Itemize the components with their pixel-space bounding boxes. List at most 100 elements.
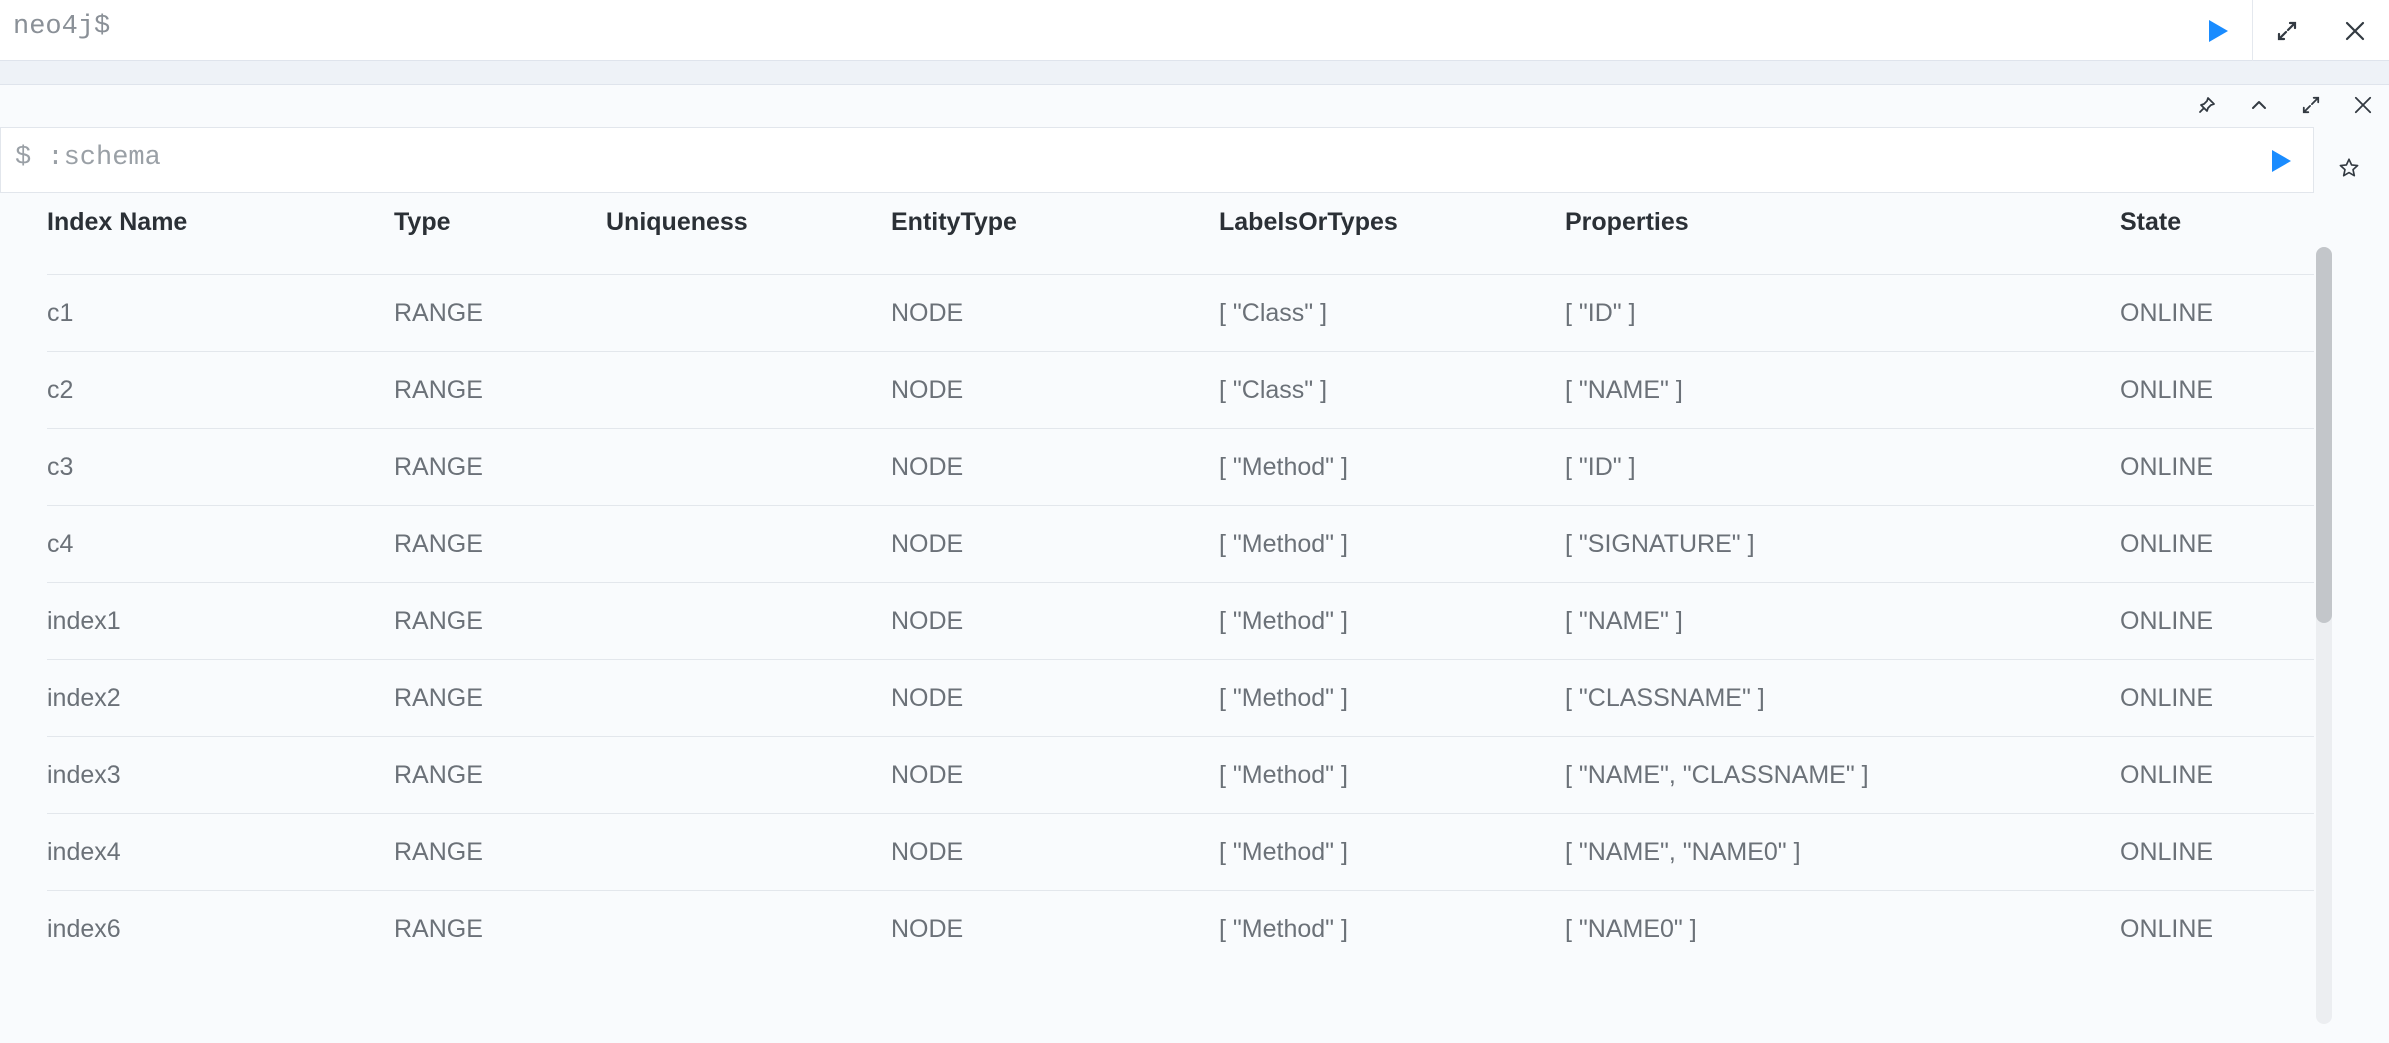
expand-icon (2277, 21, 2297, 40)
play-icon (2209, 19, 2228, 42)
table-cell: RANGE (394, 813, 606, 891)
table-cell: [ "Method" ] (1219, 890, 1565, 959)
pin-button[interactable] (2181, 85, 2233, 125)
table-cell: [ "CLASSNAME" ] (1565, 659, 2120, 737)
table-cell: c3 (47, 428, 394, 506)
table-cell: [ "ID" ] (1565, 428, 2120, 506)
table-cell: NODE (891, 351, 1219, 429)
close-icon (2345, 21, 2365, 40)
table-cell (606, 813, 891, 891)
table-cell: ONLINE (2120, 428, 2314, 506)
table-cell: [ "SIGNATURE" ] (1565, 505, 2120, 583)
table-cell: index2 (47, 659, 394, 737)
table-cell: [ "NAME" ] (1565, 351, 2120, 429)
frame-controls (2181, 85, 2389, 125)
table-cell: RANGE (394, 582, 606, 660)
collapse-button[interactable] (2233, 85, 2285, 125)
schema-table: Index Name Type Uniqueness EntityType Labels… (47, 170, 2314, 959)
results-scrollbar[interactable] (2316, 247, 2332, 1024)
table-row: index1 RANGE NODE[ "Method" ][ "NAME" ] ONL… (47, 582, 2314, 660)
column-header: Properties (1565, 170, 2120, 275)
command-bar-actions (2184, 0, 2389, 61)
table-row: index3 RANGE NODE[ "Method" ][ "NAME", "CL… (47, 736, 2314, 814)
scrollbar-thumb[interactable] (2316, 247, 2332, 623)
table-row: c4 RANGE NODE[ "Method" ][ "SIGNATURE" ] ON… (47, 505, 2314, 583)
column-header: Uniqueness (606, 170, 891, 275)
chevron-up-icon (2252, 101, 2266, 109)
command-input[interactable]: neo4j$ (13, 12, 110, 42)
frame-query[interactable]: $ :schema (15, 143, 161, 173)
table-cell: [ "Class" ] (1219, 274, 1565, 352)
table-cell: [ "Method" ] (1219, 582, 1565, 660)
close-editor-button[interactable] (2321, 0, 2389, 61)
table-cell: index3 (47, 736, 394, 814)
table-body: c1 RANGE NODE[ "Class" ][ "ID" ] ONLINE c2 RA… (47, 274, 2314, 959)
fullscreen-button[interactable] (2252, 0, 2321, 61)
table-cell: [ "Method" ] (1219, 813, 1565, 891)
column-header: EntityType (891, 170, 1219, 275)
table-row: index2 RANGE NODE[ "Method" ][ "CLASSNAME"… (47, 659, 2314, 737)
table-cell: c1 (47, 274, 394, 352)
column-header: State (2120, 170, 2314, 275)
query-prefix: $ (15, 143, 32, 173)
table-cell: c2 (47, 351, 394, 429)
table-cell: [ "NAME", "NAME0" ] (1565, 813, 2120, 891)
table-cell: NODE (891, 659, 1219, 737)
table-cell: ONLINE (2120, 274, 2314, 352)
table-cell: RANGE (394, 659, 606, 737)
star-icon (2339, 158, 2359, 177)
table-row: c2 RANGE NODE[ "Class" ][ "NAME" ] ONLINE (47, 351, 2314, 429)
table-cell: RANGE (394, 890, 606, 959)
column-header: Type (394, 170, 606, 275)
table-cell: [ "Class" ] (1219, 351, 1565, 429)
table-cell: NODE (891, 736, 1219, 814)
table-cell: NODE (891, 813, 1219, 891)
table-cell: RANGE (394, 736, 606, 814)
favorite-button[interactable] (2330, 149, 2368, 187)
table-cell (606, 351, 891, 429)
query-text: :schema (47, 143, 161, 173)
table-cell: RANGE (394, 274, 606, 352)
table-header-row: Index Name Type Uniqueness EntityType Labels… (47, 170, 2314, 275)
table-cell: [ "Method" ] (1219, 428, 1565, 506)
table-cell: [ "NAME", "CLASSNAME" ] (1565, 736, 2120, 814)
table-cell: [ "Method" ] (1219, 736, 1565, 814)
table-cell: index6 (47, 890, 394, 959)
table-cell: ONLINE (2120, 890, 2314, 959)
table-cell: RANGE (394, 351, 606, 429)
table-row: c1 RANGE NODE[ "Class" ][ "ID" ] ONLINE (47, 274, 2314, 352)
table-cell (606, 274, 891, 352)
run-button[interactable] (2184, 0, 2252, 61)
table-cell: [ "ID" ] (1565, 274, 2120, 352)
column-header: Index Name (47, 170, 394, 275)
close-icon (2354, 96, 2372, 114)
table-cell: ONLINE (2120, 736, 2314, 814)
column-header: LabelsOrTypes (1219, 170, 1565, 275)
table-cell: c4 (47, 505, 394, 583)
table-cell: [ "Method" ] (1219, 505, 1565, 583)
table-cell: ONLINE (2120, 505, 2314, 583)
expand-icon (2302, 96, 2320, 114)
table-cell (606, 659, 891, 737)
pin-icon (2199, 97, 2215, 113)
table-cell: RANGE (394, 428, 606, 506)
table-cell: [ "NAME0" ] (1565, 890, 2120, 959)
table-cell: NODE (891, 890, 1219, 959)
table-cell: [ "NAME" ] (1565, 582, 2120, 660)
close-frame-button[interactable] (2337, 85, 2389, 125)
table-cell (606, 428, 891, 506)
table-cell (606, 736, 891, 814)
table-cell: RANGE (394, 505, 606, 583)
frame-fullscreen-button[interactable] (2285, 85, 2337, 125)
table-cell: NODE (891, 428, 1219, 506)
table-cell: NODE (891, 274, 1219, 352)
table-cell: index4 (47, 813, 394, 891)
schema-results: Index Name Type Uniqueness EntityType Labels… (47, 170, 2314, 959)
table-cell: ONLINE (2120, 813, 2314, 891)
table-cell: ONLINE (2120, 659, 2314, 737)
table-row: index4 RANGE NODE[ "Method" ][ "NAME", "NA… (47, 813, 2314, 891)
table-cell: NODE (891, 505, 1219, 583)
table-cell (606, 890, 891, 959)
table-cell: index1 (47, 582, 394, 660)
table-cell: ONLINE (2120, 582, 2314, 660)
